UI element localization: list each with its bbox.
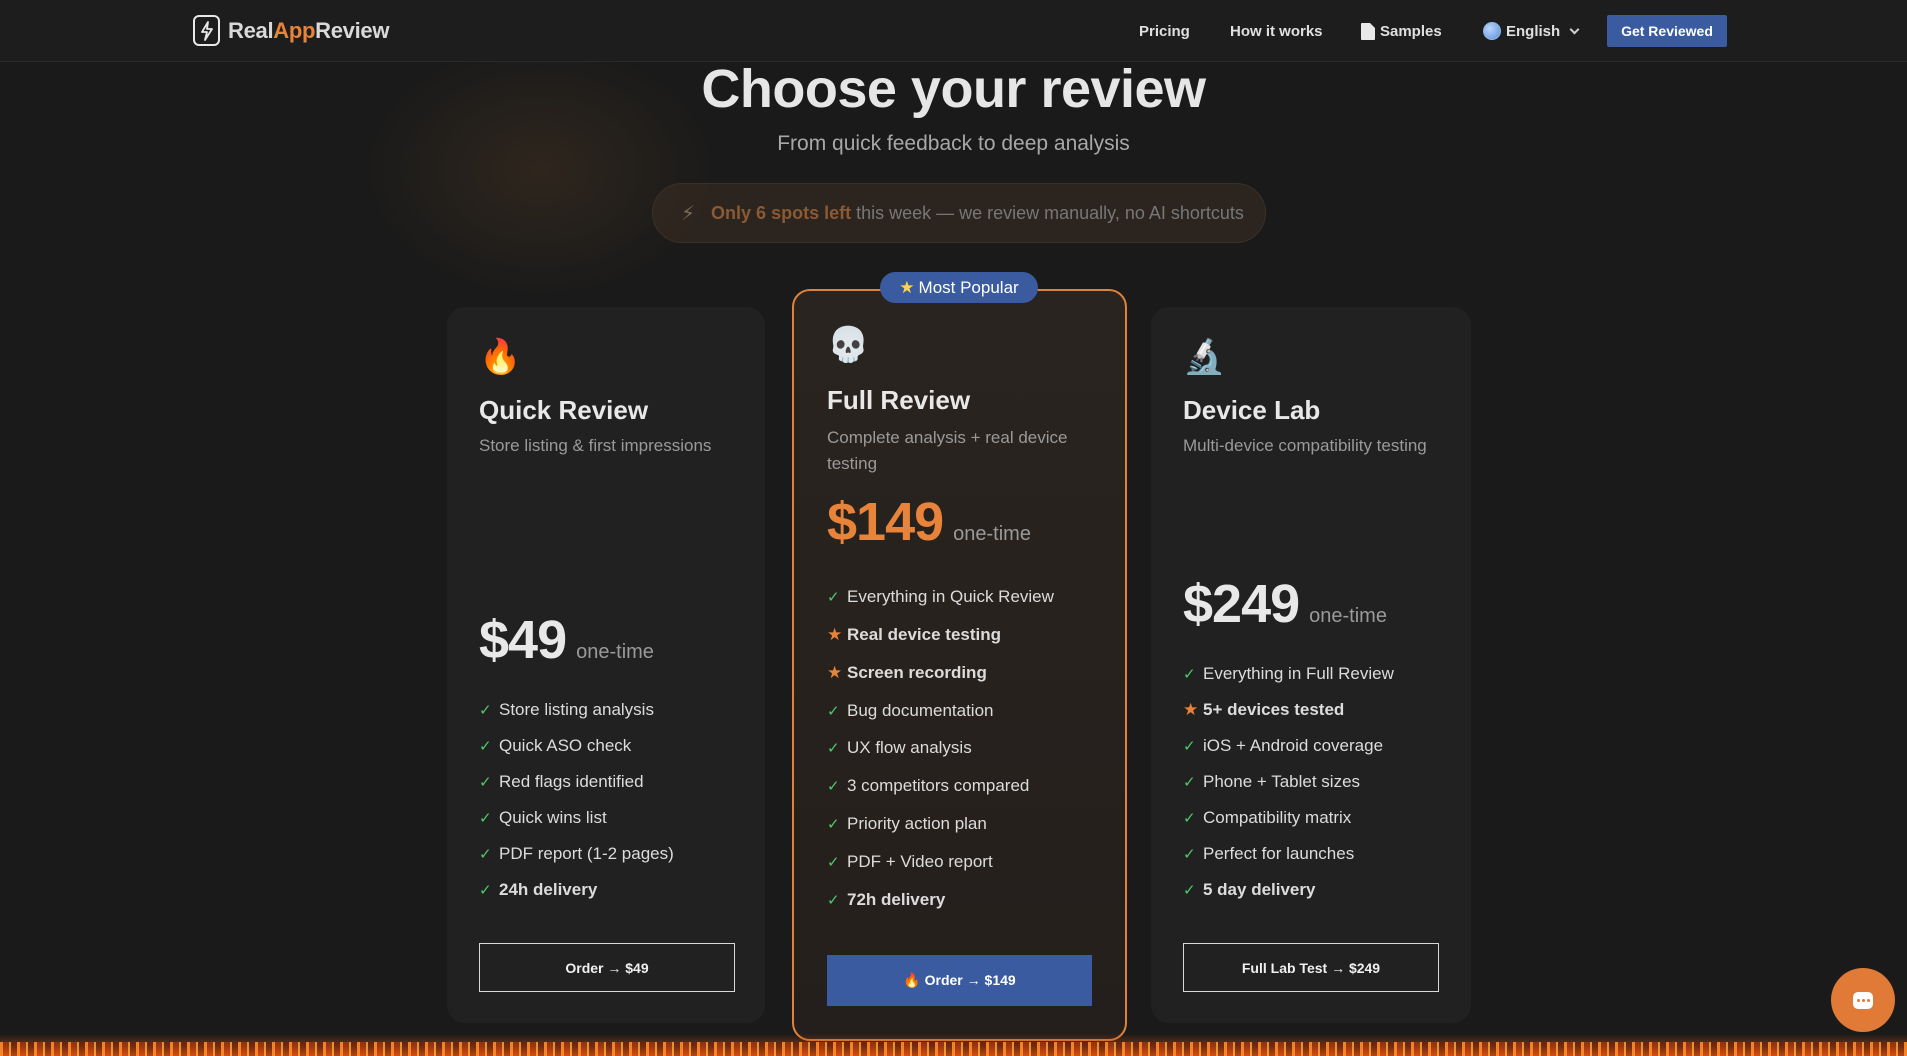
page-title: Choose your review — [701, 59, 1206, 119]
check-icon: ✓ — [827, 778, 840, 795]
order-full-review-button[interactable]: 🔥 Order → $149 — [827, 955, 1092, 1006]
card-description: Multi-device compatibility testing — [1183, 436, 1427, 455]
feature-item: ✓ Store listing analysis — [479, 700, 654, 719]
price-period: one-time — [576, 641, 654, 663]
star-icon: ★ — [1183, 700, 1199, 719]
pricing-card-quick-review: 🔥 Quick Review Store listing & first imp… — [447, 307, 765, 1023]
fire-icon: 🔥 — [479, 338, 522, 376]
lightning-icon: ⚡ — [681, 202, 696, 225]
nav-samples-link[interactable]: Samples — [1361, 0, 1442, 62]
logo[interactable]: RealAppReview — [193, 15, 389, 46]
feature-item: ✓ Everything in Quick Review — [827, 587, 1054, 606]
microscope-icon: 🔬 — [1183, 338, 1226, 376]
feature-item: ✓ Phone + Tablet sizes — [1183, 772, 1361, 791]
order-quick-review-button[interactable]: Order → $49 — [479, 943, 735, 992]
feature-item: ✓ Quick wins list — [479, 808, 607, 827]
feature-item: ✓ Quick ASO check — [479, 736, 632, 755]
language-selector[interactable]: English — [1483, 0, 1580, 62]
nav-samples-label: Samples — [1380, 22, 1442, 40]
check-icon: ✓ — [479, 810, 492, 827]
check-icon: ✓ — [827, 854, 840, 871]
price: $149 one-time — [827, 491, 1031, 553]
skull-icon: 💀 — [827, 326, 870, 364]
feature-item: ✓ iOS + Android coverage — [1183, 736, 1384, 755]
feature-item: ✓ Everything in Full Review — [1183, 664, 1394, 683]
feature-item: ✓ Compatibility matrix — [1183, 808, 1352, 827]
get-reviewed-button[interactable]: Get Reviewed — [1607, 15, 1727, 47]
bolt-icon — [193, 15, 220, 46]
nav-pricing-link[interactable]: Pricing — [1139, 0, 1190, 62]
feature-item: ✓ UX flow analysis — [827, 738, 972, 757]
check-icon: ✓ — [479, 846, 492, 863]
badge-label: Most Popular — [918, 277, 1019, 297]
feature-item: ✓ Bug documentation — [827, 701, 994, 720]
document-icon — [1361, 22, 1375, 40]
card-description: Complete analysis + real device testing — [827, 428, 1068, 473]
check-icon: ✓ — [827, 740, 840, 757]
check-icon: ✓ — [827, 589, 840, 606]
check-icon: ✓ — [1183, 738, 1196, 755]
feature-item-highlight: ★ Real device testing — [827, 625, 1002, 644]
check-icon: ✓ — [479, 738, 492, 755]
pricing-card-full-review: 💀 Full Review Complete analysis + real d… — [792, 289, 1127, 1041]
card-title: Quick Review — [479, 395, 649, 425]
feature-item-highlight: ★ Screen recording — [827, 663, 987, 682]
language-label: English — [1506, 22, 1561, 40]
page-subtitle: From quick feedback to deep analysis — [777, 132, 1130, 155]
feature-item: ✓ Priority action plan — [827, 814, 987, 833]
top-navbar: RealAppReview Pricing How it works Sampl… — [0, 0, 1907, 62]
check-icon: ✓ — [1183, 882, 1196, 899]
feature-item-delivery: ✓ 72h delivery — [827, 890, 946, 909]
check-icon: ✓ — [479, 882, 492, 899]
price-amount: $149 — [827, 492, 944, 552]
spots-highlight: Only 6 spots left — [711, 202, 852, 223]
feature-item: ✓ PDF + Video report — [827, 852, 993, 871]
price-period: one-time — [953, 523, 1031, 545]
check-icon: ✓ — [827, 892, 840, 909]
feature-item: ✓ PDF report (1-2 pages) — [479, 844, 674, 863]
feature-item-delivery: ✓ 5 day delivery — [1183, 880, 1316, 899]
check-icon: ✓ — [479, 702, 492, 719]
spots-text: this week — we review manually, no AI sh… — [856, 202, 1244, 223]
spots-left-banner: ⚡ Only 6 spots left this week — we revie… — [652, 183, 1266, 243]
feature-item: ✓ Red flags identified — [479, 772, 644, 791]
card-title: Full Review — [827, 385, 971, 415]
card-description: Store listing & first impressions — [479, 436, 712, 455]
price: $49 one-time — [479, 609, 654, 671]
pricing-card-device-lab: 🔬 Device Lab Multi-device compatibility … — [1151, 307, 1471, 1023]
price-period: one-time — [1309, 605, 1387, 627]
logo-text: RealAppReview — [228, 17, 390, 43]
check-icon: ✓ — [827, 703, 840, 720]
price-amount: $249 — [1183, 574, 1300, 634]
check-icon: ✓ — [479, 774, 492, 791]
check-icon: ✓ — [1183, 774, 1196, 791]
most-popular-badge: ★ Most Popular — [880, 272, 1038, 303]
price: $249 one-time — [1183, 573, 1387, 635]
feature-item-highlight: ★ 5+ devices tested — [1183, 700, 1345, 719]
fire-decoration — [0, 1034, 1907, 1056]
feature-item: ✓ Perfect for launches — [1183, 844, 1355, 863]
chat-icon — [1853, 991, 1873, 1009]
feature-item: ✓ 3 competitors compared — [827, 776, 1030, 795]
card-title: Device Lab — [1183, 395, 1321, 425]
nav-how-it-works-link[interactable]: How it works — [1230, 0, 1323, 62]
check-icon: ✓ — [1183, 810, 1196, 827]
order-device-lab-button[interactable]: Full Lab Test → $249 — [1183, 943, 1439, 992]
star-icon: ★ — [827, 625, 843, 644]
globe-icon — [1483, 22, 1501, 40]
check-icon: ✓ — [827, 816, 840, 833]
star-icon: ★ — [899, 277, 915, 297]
check-icon: ✓ — [1183, 666, 1196, 683]
star-icon: ★ — [827, 663, 843, 682]
chevron-down-icon — [1569, 24, 1580, 34]
price-amount: $49 — [479, 610, 567, 670]
chat-button[interactable] — [1831, 968, 1895, 1032]
check-icon: ✓ — [1183, 846, 1196, 863]
feature-item-delivery: ✓ 24h delivery — [479, 880, 598, 899]
